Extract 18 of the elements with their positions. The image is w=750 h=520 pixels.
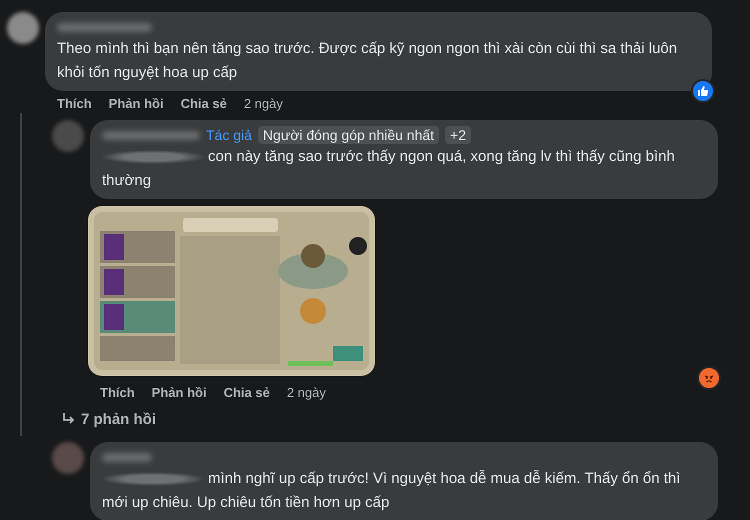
- reply-arrow-icon: [62, 413, 75, 425]
- view-replies-link[interactable]: 7 phản hồi: [81, 410, 156, 428]
- angry-emoji-icon[interactable]: [697, 366, 721, 390]
- action-link[interactable]: Thích: [100, 384, 135, 400]
- blurred-name: [102, 452, 152, 462]
- badge-label: Người đóng góp nhiều nhất: [258, 126, 440, 144]
- comment-text: Theo mình thì bạn nên tăng sao trước. Được cấp kỹ ngon ngon thì xài còn cùi thì sa thải luôn khỏi tốn nguyệt hoa up cấp: [57, 39, 678, 83]
- like-icon[interactable]: [691, 79, 715, 103]
- action-link[interactable]: Chia sẻ: [180, 96, 227, 110]
- action-link[interactable]: Phản hồi: [152, 384, 207, 400]
- timestamp: 2 ngày: [244, 96, 283, 110]
- timestamp: 2 ngày: [286, 384, 326, 400]
- action-link[interactable]: Chia sẻ: [224, 384, 270, 400]
- action-link[interactable]: Thích: [57, 96, 92, 110]
- action-link[interactable]: Phản hồi: [108, 96, 164, 110]
- author-label: Tác giả: [206, 127, 252, 143]
- badge-label: +2: [445, 126, 472, 144]
- avatar[interactable]: [7, 12, 39, 44]
